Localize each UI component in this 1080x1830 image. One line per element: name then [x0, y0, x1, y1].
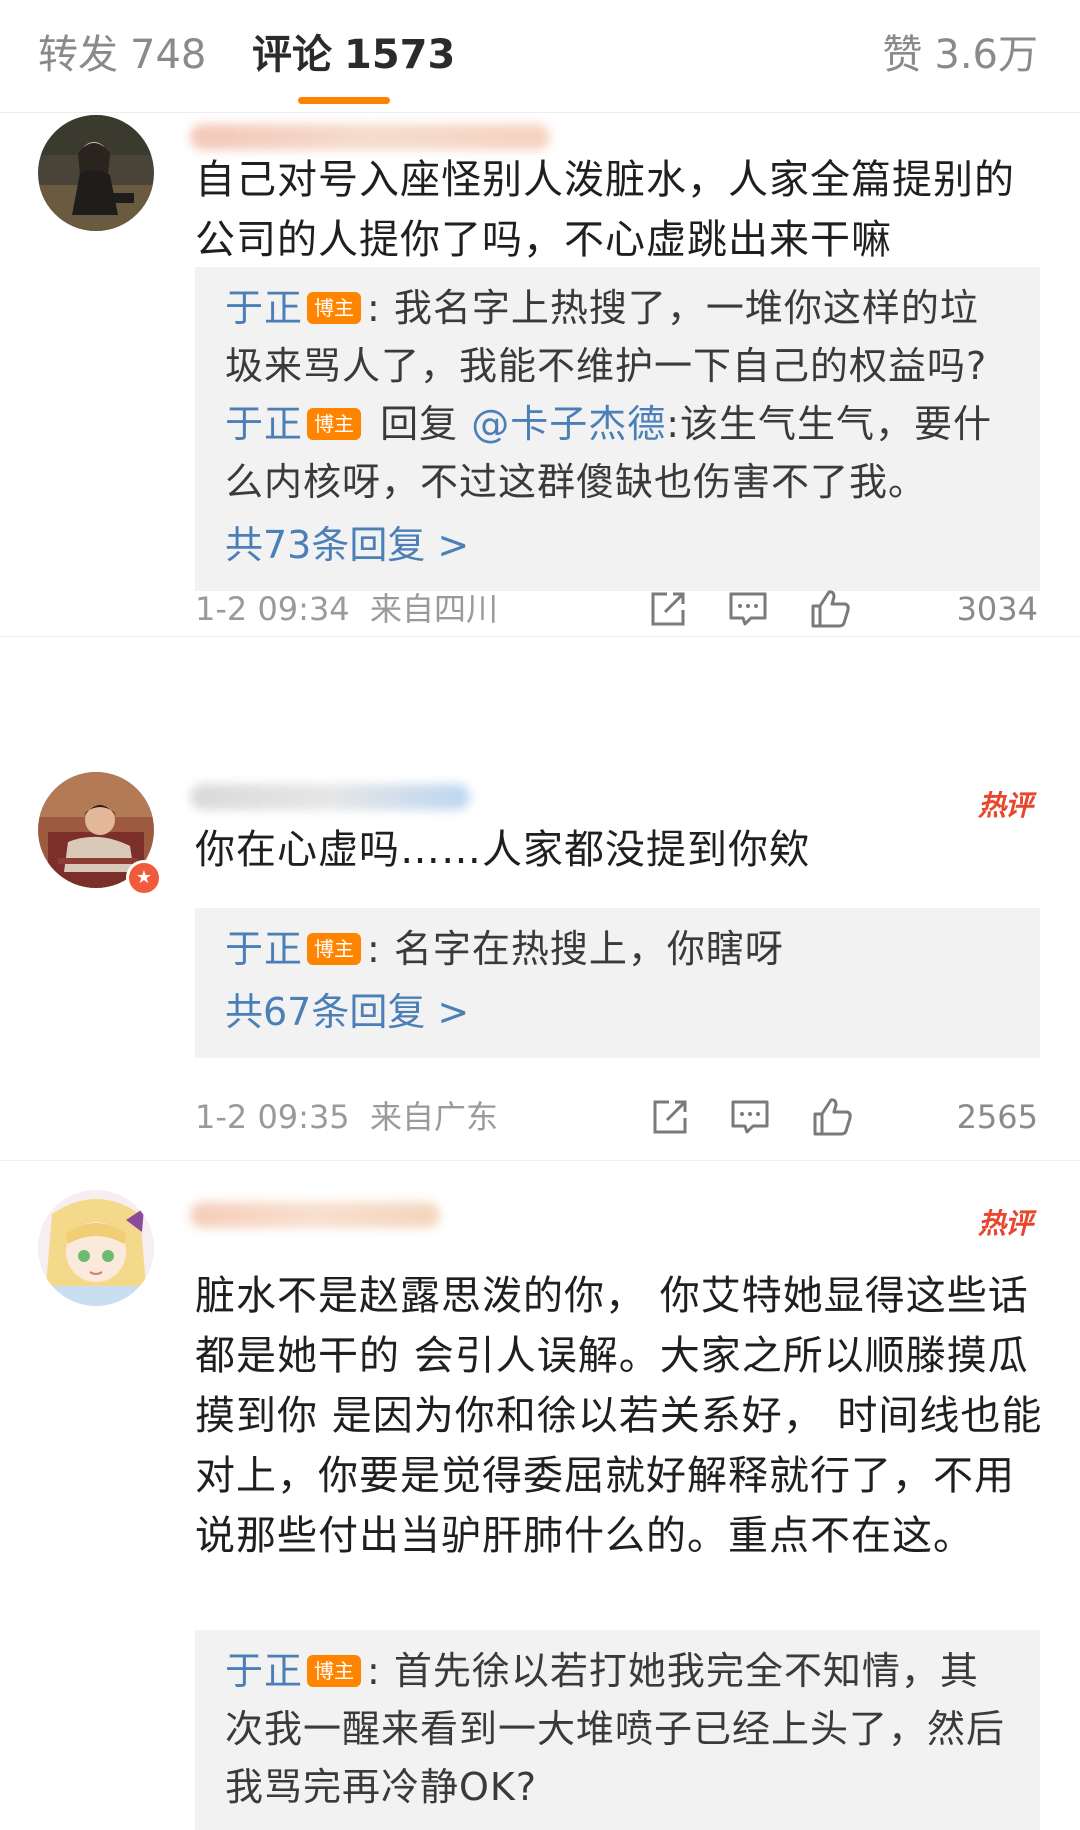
comment-text: 你在心虚吗……人家都没提到你欸 [195, 827, 810, 873]
share-icon[interactable] [645, 586, 691, 632]
reply-separator: : [367, 1649, 381, 1693]
reply-author[interactable]: 于正 [225, 286, 303, 330]
share-icon[interactable] [647, 1094, 693, 1140]
blogger-badge: 博主 [307, 933, 362, 965]
username-blurred[interactable] [190, 784, 470, 810]
reply-text: 名字在热搜上，你瞎呀 [393, 927, 784, 971]
comment-meta: 1-2 09:35 来自广东 2565 [195, 1092, 1040, 1142]
reply-item: 于正 博主: 名字在热搜上，你瞎呀 [225, 920, 1010, 978]
reply-item: 于正 博主: 我名字上热搜了，一堆你这样的垃圾来骂人了，我能不维护一下自己的权益吗… [225, 279, 1010, 395]
avatar[interactable] [38, 115, 154, 231]
tab-repost[interactable]: 转发 748 [38, 28, 206, 82]
reply-author[interactable]: 于正 [225, 1649, 303, 1693]
blogger-badge: 博主 [307, 408, 362, 440]
tab-comments-label: 评论 [252, 32, 332, 78]
reply-box[interactable]: 于正 博主: 首先徐以若打她我完全不知情，其次我一醒来看到一大堆喷子已经上头了，然… [195, 1630, 1040, 1830]
thumbs-up-icon[interactable] [809, 1094, 855, 1140]
active-tab-indicator [298, 97, 390, 104]
comment-location: 来自广东 [370, 1098, 499, 1136]
tab-bar: 转发 748 评论 1573 赞 3.6万 [0, 0, 1080, 113]
reply-author[interactable]: 于正 [225, 402, 303, 446]
more-replies-link[interactable]: 共73条回复 > [225, 517, 1010, 573]
like-count: 3034 [956, 590, 1038, 628]
username-blurred[interactable] [190, 1202, 440, 1228]
tab-repost-count: 748 [130, 32, 207, 78]
tab-comments-count: 1573 [344, 32, 456, 78]
thumbs-up-icon[interactable] [807, 586, 853, 632]
tab-likes-count: 3.6万 [934, 32, 1038, 78]
tab-comments[interactable]: 评论 1573 [252, 28, 455, 82]
reply-item: 于正 博主: 首先徐以若打她我完全不知情，其次我一醒来看到一大堆喷子已经上头了，然… [225, 1642, 1010, 1816]
comment-text: 自己对号入座怪别人泼脏水，人家全篇提别的公司的人提你了吗，不心虚跳出来干嘛 [195, 157, 1015, 263]
reply-author[interactable]: 于正 [225, 927, 303, 971]
reply-box[interactable]: 于正 博主: 名字在热搜上，你瞎呀 共67条回复 > [195, 908, 1040, 1058]
comment-text: 脏水不是赵露思泼的你， 你艾特她显得这些话都是她干的 会引人误解。大家之所以顺滕… [195, 1273, 1043, 1559]
reply-separator: : [367, 927, 381, 971]
vip-badge-icon: ★ [126, 860, 162, 896]
comment-icon[interactable] [727, 1094, 773, 1140]
tab-repost-label: 转发 [38, 32, 118, 78]
hot-comment-badge: 热评 [977, 1207, 1033, 1240]
reply-separator: : [367, 286, 381, 330]
comment-location: 来自四川 [370, 590, 499, 628]
comment-divider [0, 1160, 1080, 1161]
blogger-badge: 博主 [307, 292, 362, 324]
avatar[interactable] [38, 1190, 154, 1306]
reply-word: 回复 [380, 402, 459, 446]
tab-likes[interactable]: 赞 3.6万 [882, 28, 1038, 82]
username-blurred[interactable] [190, 124, 550, 150]
like-count: 2565 [956, 1098, 1038, 1136]
reply-box[interactable]: 于正 博主: 我名字上热搜了，一堆你这样的垃圾来骂人了，我能不维护一下自己的权益吗… [195, 267, 1040, 591]
hot-comment-badge: 热评 [977, 789, 1033, 822]
comment-meta: 1-2 09:34 来自四川 3034 [195, 584, 1040, 634]
comment-divider [0, 636, 1080, 637]
reply-item: 于正 博主 回复 @卡子杰德:该生气生气，要什么内核呀，不过这群傻缺也伤害不了我。 [225, 395, 1010, 511]
tab-likes-label: 赞 [882, 32, 923, 78]
comment-time: 1-2 09:34 [195, 590, 350, 628]
reply-separator: : [666, 402, 681, 446]
comment-time: 1-2 09:35 [195, 1098, 350, 1136]
reply-mention[interactable]: @卡子杰德 [471, 402, 666, 446]
blogger-badge: 博主 [307, 1655, 362, 1687]
comment-timestamp: 1-2 09:35 来自广东 [195, 1092, 498, 1142]
more-replies-link[interactable]: 共67条回复 > [225, 984, 1010, 1040]
comment-timestamp: 1-2 09:34 来自四川 [195, 584, 498, 634]
comment-icon[interactable] [725, 586, 771, 632]
